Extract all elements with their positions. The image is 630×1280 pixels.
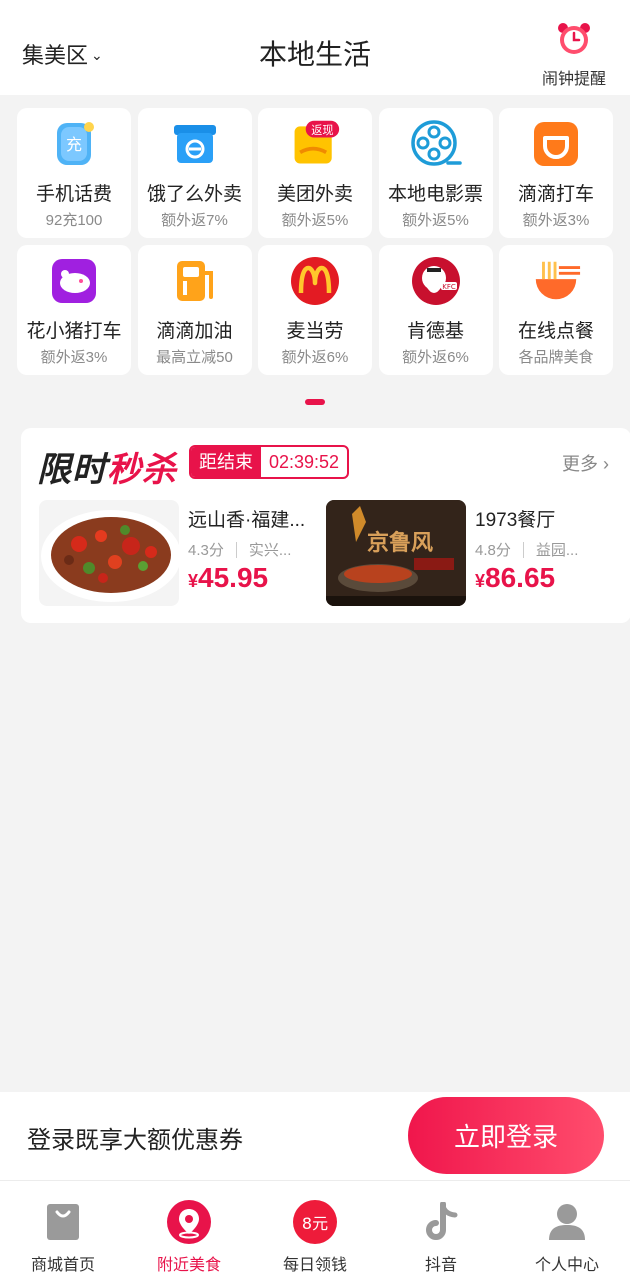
film-reel-icon xyxy=(410,118,462,170)
alarm-reminder-button[interactable]: 闹钟提醒 xyxy=(538,22,610,89)
deal-price-value: 45.95 xyxy=(198,562,269,593)
service-rebate: 额外返3% xyxy=(40,349,108,366)
nav-item-profile[interactable]: 个人中心 xyxy=(504,1181,630,1280)
service-name: 在线点餐 xyxy=(517,321,594,342)
chevron-right-icon: › xyxy=(603,454,609,474)
service-rebate: 额外返7% xyxy=(161,212,228,229)
deal-name: 远山香·福建... xyxy=(188,510,306,531)
service-rebate: 92充100 xyxy=(45,212,103,229)
location-pin-icon xyxy=(166,1199,212,1245)
more-link[interactable]: 更多 › xyxy=(562,450,609,476)
service-rebate: 额外返6% xyxy=(402,349,469,366)
douyin-icon xyxy=(418,1199,464,1245)
deal-rating: 4.3分 xyxy=(188,542,224,559)
service-mobile-recharge[interactable]: 充 手机话费 92充100 xyxy=(17,108,131,238)
flash-sale-section: 限时秒杀 距结束 02:39:52 更多 › 远山香·福建... 4.3分 实兴… xyxy=(21,428,630,623)
service-name: 饿了么外卖 xyxy=(146,184,242,205)
cashback-badge: 返现 xyxy=(311,124,333,137)
countdown-time: 02:39:52 xyxy=(269,452,340,472)
service-huaxiaozhu[interactable]: 花小猪打车 额外返3% xyxy=(17,245,131,375)
phone-recharge-icon: 充 xyxy=(48,118,100,170)
shopping-bag-icon xyxy=(40,1199,86,1245)
currency-symbol: ¥ xyxy=(188,571,199,591)
service-online-ordering[interactable]: 在线点餐 各品牌美食 xyxy=(499,245,613,375)
cash-badge: 8元 xyxy=(302,1214,328,1233)
service-grid: 充 手机话费 92充100 饿了么外卖 额外返7% 返现 美团外卖 额外返5% … xyxy=(17,108,613,375)
service-name: 花小猪打车 xyxy=(26,321,122,342)
service-rebate: 各品牌美食 xyxy=(518,349,594,366)
deal-meta: 4.8分 益园... xyxy=(475,539,578,560)
nav-item-douyin[interactable]: 抖音 xyxy=(378,1181,504,1280)
nav-label: 抖音 xyxy=(424,1257,457,1274)
money-badge-icon: 8元 xyxy=(292,1199,338,1245)
didi-icon xyxy=(530,118,582,170)
service-rebate: 额外返5% xyxy=(281,212,349,229)
countdown-label: 距结束 xyxy=(191,447,261,477)
service-kfc[interactable]: KFC 肯德基 额外返6% xyxy=(378,245,493,375)
noodle-bowl-icon xyxy=(530,255,582,307)
nav-item-nearby-food[interactable]: 附近美食 xyxy=(126,1181,252,1280)
service-rebate: 额外返6% xyxy=(281,349,349,366)
huaxiaozhu-icon xyxy=(48,255,100,307)
login-button[interactable]: 立即登录 xyxy=(408,1097,604,1174)
service-name: 本地电影票 xyxy=(387,184,483,205)
service-rebate: 额外返3% xyxy=(522,212,590,229)
flash-title-part-2: 秒杀 xyxy=(107,451,177,489)
service-mcdonalds[interactable]: 麦当劳 额外返6% xyxy=(258,245,372,375)
service-name: 肯德基 xyxy=(406,321,464,342)
deal-image: 京鲁风 xyxy=(326,500,466,606)
deal-price: ¥86.65 xyxy=(475,562,555,594)
service-meituan[interactable]: 返现 美团外卖 额外返5% xyxy=(258,108,372,238)
deal-image xyxy=(39,500,179,606)
page-indicator xyxy=(305,399,325,405)
user-icon xyxy=(544,1199,590,1245)
deal-image-text: 京鲁风 xyxy=(367,530,433,556)
deal-price-value: 86.65 xyxy=(485,562,556,593)
login-banner: 登录既享大额优惠券 立即登录 xyxy=(0,1092,630,1180)
service-didi[interactable]: 滴滴打车 额外返3% xyxy=(499,108,613,238)
bottom-nav: 商城首页 附近美食 8元 每日领钱 抖音 个人中心 xyxy=(0,1180,630,1280)
deal-rating: 4.8分 xyxy=(475,542,511,559)
service-eleme[interactable]: 饿了么外卖 额外返7% xyxy=(137,108,252,238)
nav-item-mall-home[interactable]: 商城首页 xyxy=(0,1181,126,1280)
nav-label: 商城首页 xyxy=(30,1257,95,1274)
service-name: 滴滴打车 xyxy=(517,184,594,205)
nav-label: 个人中心 xyxy=(534,1257,599,1274)
service-rebate: 额外返5% xyxy=(402,212,469,229)
service-rebate: 最高立减50 xyxy=(156,349,233,366)
flash-sale-title: 限时秒杀 xyxy=(37,442,177,491)
deal-name: 1973餐厅 xyxy=(475,510,556,531)
nav-label: 每日领钱 xyxy=(282,1257,347,1274)
deal-meta: 4.3分 实兴... xyxy=(188,539,291,560)
service-name: 手机话费 xyxy=(35,184,112,205)
deal-location: 实兴... xyxy=(248,542,292,559)
deal-location: 益园... xyxy=(535,542,579,559)
countdown-timer: 距结束 02:39:52 xyxy=(189,445,350,479)
alarm-label: 闹钟提醒 xyxy=(541,71,606,88)
header: 集美区 ⌄ 本地生活 闹钟提醒 xyxy=(0,0,630,95)
divider xyxy=(235,541,237,558)
service-didi-fuel[interactable]: 滴滴加油 最高立减50 xyxy=(137,245,252,375)
mcdonalds-icon xyxy=(289,255,341,307)
deal-price: ¥45.95 xyxy=(188,562,268,594)
service-name: 滴滴加油 xyxy=(156,321,233,342)
service-name: 美团外卖 xyxy=(276,184,353,205)
divider xyxy=(522,541,524,558)
page-title: 本地生活 xyxy=(258,39,371,70)
svg-text:充: 充 xyxy=(66,135,82,154)
svg-text:KFC: KFC xyxy=(442,283,456,291)
currency-symbol: ¥ xyxy=(475,571,486,591)
fuel-icon xyxy=(169,255,221,307)
service-name: 麦当劳 xyxy=(286,321,344,342)
flash-title-part-1: 限时 xyxy=(37,451,107,489)
eleme-icon xyxy=(169,118,221,170)
kfc-icon: KFC xyxy=(410,255,462,307)
alarm-clock-icon xyxy=(558,23,590,54)
more-label: 更多 xyxy=(561,454,598,474)
nav-item-daily-cash[interactable]: 8元 每日领钱 xyxy=(252,1181,378,1280)
service-movie-tickets[interactable]: 本地电影票 额外返5% xyxy=(378,108,493,238)
meituan-icon: 返现 xyxy=(289,118,341,170)
nav-label: 附近美食 xyxy=(156,1257,221,1274)
login-prompt: 登录既享大额优惠券 xyxy=(27,1127,243,1154)
